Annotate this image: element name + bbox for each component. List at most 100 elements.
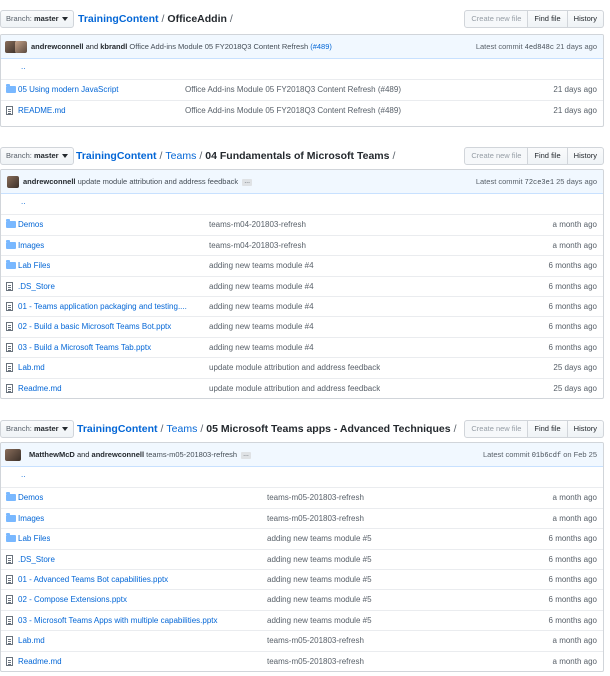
parent-directory-row[interactable]: ..	[1, 194, 603, 214]
commit-author[interactable]: kbrandl	[100, 42, 127, 51]
file-name-link[interactable]: Images	[18, 509, 44, 529]
commit-message-link[interactable]: teams-m05-201803-refresh	[267, 631, 364, 651]
commit-sha-link[interactable]: 4ed848c	[525, 44, 554, 52]
commit-message-link[interactable]: teams-m05-201803-refresh	[267, 509, 364, 529]
folder-icon	[6, 512, 16, 522]
commit-author[interactable]: andrewconnell	[23, 177, 76, 186]
commit-title[interactable]: Office Add-ins Module 05 FY2018Q3 Conten…	[129, 42, 308, 51]
commit-message-link[interactable]: adding new teams module #5	[267, 590, 372, 610]
file-name-link[interactable]: Lab Files	[18, 256, 50, 276]
commit-age: 6 months ago	[548, 322, 597, 332]
file-name-link[interactable]: 01 - Advanced Teams Bot capabilities.ppt…	[18, 570, 168, 590]
commit-message-link[interactable]: adding new teams module #4	[209, 277, 314, 297]
commit-title[interactable]: update module attribution and address fe…	[78, 177, 239, 186]
commit-message-link[interactable]: Office Add-ins Module 05 FY2018Q3 Conten…	[185, 80, 401, 100]
commit-sha-link[interactable]: 72ce3e1	[525, 179, 554, 187]
commit-title[interactable]: teams-m05-201803-refresh	[146, 450, 237, 459]
find-file-button[interactable]: Find file	[528, 420, 568, 438]
branch-prefix: Branch:	[6, 151, 32, 160]
file-name-link[interactable]: 03 - Build a Microsoft Teams Tab.pptx	[18, 338, 151, 358]
parent-directory-link[interactable]: ..	[21, 192, 25, 212]
breadcrumb-path-link[interactable]: Teams	[166, 423, 197, 435]
commit-message-link[interactable]: update module attribution and address fe…	[209, 379, 380, 398]
commit-sha-link[interactable]: 01b6cdf	[532, 452, 561, 460]
file-name-link[interactable]: 03 - Microsoft Teams Apps with multiple …	[18, 611, 218, 631]
file-name-link[interactable]: Demos	[18, 215, 43, 235]
commit-message-link[interactable]: update module attribution and address fe…	[209, 358, 380, 378]
commit-message-link[interactable]: teams-m04-201803-refresh	[209, 236, 306, 256]
file-name-link[interactable]: Lab.md	[18, 631, 45, 651]
commit-message-link[interactable]: adding new teams module #5	[267, 529, 372, 549]
history-button[interactable]: History	[567, 147, 604, 165]
file-icon	[6, 383, 13, 393]
breadcrumb-path-link[interactable]: Teams	[165, 150, 196, 162]
commit-message-link[interactable]: adding new teams module #4	[209, 297, 314, 317]
commit-age: 6 months ago	[548, 534, 597, 544]
expand-commit-button[interactable]: …	[242, 178, 253, 186]
branch-select-button[interactable]: Branch: master	[0, 10, 74, 28]
file-name-link[interactable]: Readme.md	[18, 652, 62, 671]
folder-icon	[6, 492, 16, 502]
file-name-link[interactable]: Lab Files	[18, 529, 50, 549]
commit-message-link[interactable]: adding new teams module #5	[267, 611, 372, 631]
breadcrumb-trail: /	[453, 423, 457, 435]
file-name-link[interactable]: Readme.md	[18, 379, 62, 398]
parent-directory-row[interactable]: ..	[1, 467, 603, 487]
commit-message-link[interactable]: adding new teams module #4	[209, 317, 314, 337]
commit-author[interactable]: andrewconnell	[92, 450, 145, 459]
latest-commit-label: Latest commit	[482, 450, 530, 459]
file-name-link[interactable]: Images	[18, 236, 44, 256]
branch-select-button[interactable]: Branch: master	[0, 147, 74, 165]
commit-age: 6 months ago	[548, 574, 597, 584]
avatar[interactable]	[15, 41, 27, 53]
commit-message-link[interactable]: teams-m05-201803-refresh	[267, 652, 364, 671]
file-name-link[interactable]: Lab.md	[18, 358, 45, 378]
commit-message-link[interactable]: adding new teams module #5	[267, 550, 372, 570]
commit-pr-link[interactable]: (#489)	[310, 42, 332, 51]
file-rows: 05 Using modern JavaScript Office Add-ins…	[1, 79, 603, 120]
file-table: andrewconnell update module attribution …	[0, 169, 604, 399]
file-name-link[interactable]: 05 Using modern JavaScript	[18, 80, 119, 100]
find-file-button[interactable]: Find file	[528, 10, 568, 28]
parent-directory-link[interactable]: ..	[21, 57, 25, 77]
find-file-button[interactable]: Find file	[528, 147, 568, 165]
parent-directory-row[interactable]: ..	[1, 59, 603, 79]
table-row: Readme.md update module attribution and a…	[1, 377, 603, 398]
file-name-link[interactable]: 02 - Build a basic Microsoft Teams Bot.p…	[18, 317, 171, 337]
create-new-file-button[interactable]: Create new file	[464, 10, 529, 28]
commit-message-link[interactable]: adding new teams module #4	[209, 256, 314, 276]
table-row: .DS_Store adding new teams module #5 6 mon…	[1, 548, 603, 570]
table-row: Demos teams-m05-201803-refresh a month ago	[1, 487, 603, 507]
create-new-file-button[interactable]: Create new file	[464, 147, 529, 165]
file-name-link[interactable]: .DS_Store	[18, 277, 55, 297]
file-name-link[interactable]: .DS_Store	[18, 550, 55, 570]
file-icon	[6, 322, 13, 332]
file-name-link[interactable]: Demos	[18, 488, 43, 508]
commit-message-link[interactable]: Office Add-ins Module 05 FY2018Q3 Conten…	[185, 101, 401, 121]
file-name-link[interactable]: 01 - Teams application packaging and tes…	[18, 297, 187, 317]
commit-message-link[interactable]: adding new teams module #4	[209, 338, 314, 358]
latest-commit-label: Latest commit	[475, 42, 523, 51]
file-name-link[interactable]: README.md	[18, 101, 66, 121]
commit-message-link[interactable]: teams-m04-201803-refresh	[209, 215, 306, 235]
commit-author[interactable]: MatthewMcD	[29, 450, 75, 459]
avatar[interactable]	[5, 449, 21, 461]
commit-message-link[interactable]: teams-m05-201803-refresh	[267, 488, 364, 508]
history-button[interactable]: History	[567, 10, 604, 28]
file-icon	[6, 281, 13, 291]
avatar[interactable]	[7, 176, 19, 188]
file-name-link[interactable]: 02 - Compose Extensions.pptx	[18, 590, 127, 610]
breadcrumb-repo-link[interactable]: TrainingContent	[76, 150, 157, 162]
file-actions: Create new file Find file History	[464, 10, 604, 28]
expand-commit-button[interactable]: …	[241, 451, 252, 459]
commit-author[interactable]: andrewconnell	[31, 42, 84, 51]
create-new-file-button[interactable]: Create new file	[464, 420, 529, 438]
commit-age: 6 months ago	[548, 595, 597, 605]
breadcrumb-repo-link[interactable]: TrainingContent	[78, 13, 159, 25]
commit-age: 6 months ago	[548, 261, 597, 271]
branch-select-button[interactable]: Branch: master	[0, 420, 74, 438]
parent-directory-link[interactable]: ..	[21, 465, 25, 485]
breadcrumb-repo-link[interactable]: TrainingContent	[77, 423, 158, 435]
commit-message-link[interactable]: adding new teams module #5	[267, 570, 372, 590]
history-button[interactable]: History	[567, 420, 604, 438]
